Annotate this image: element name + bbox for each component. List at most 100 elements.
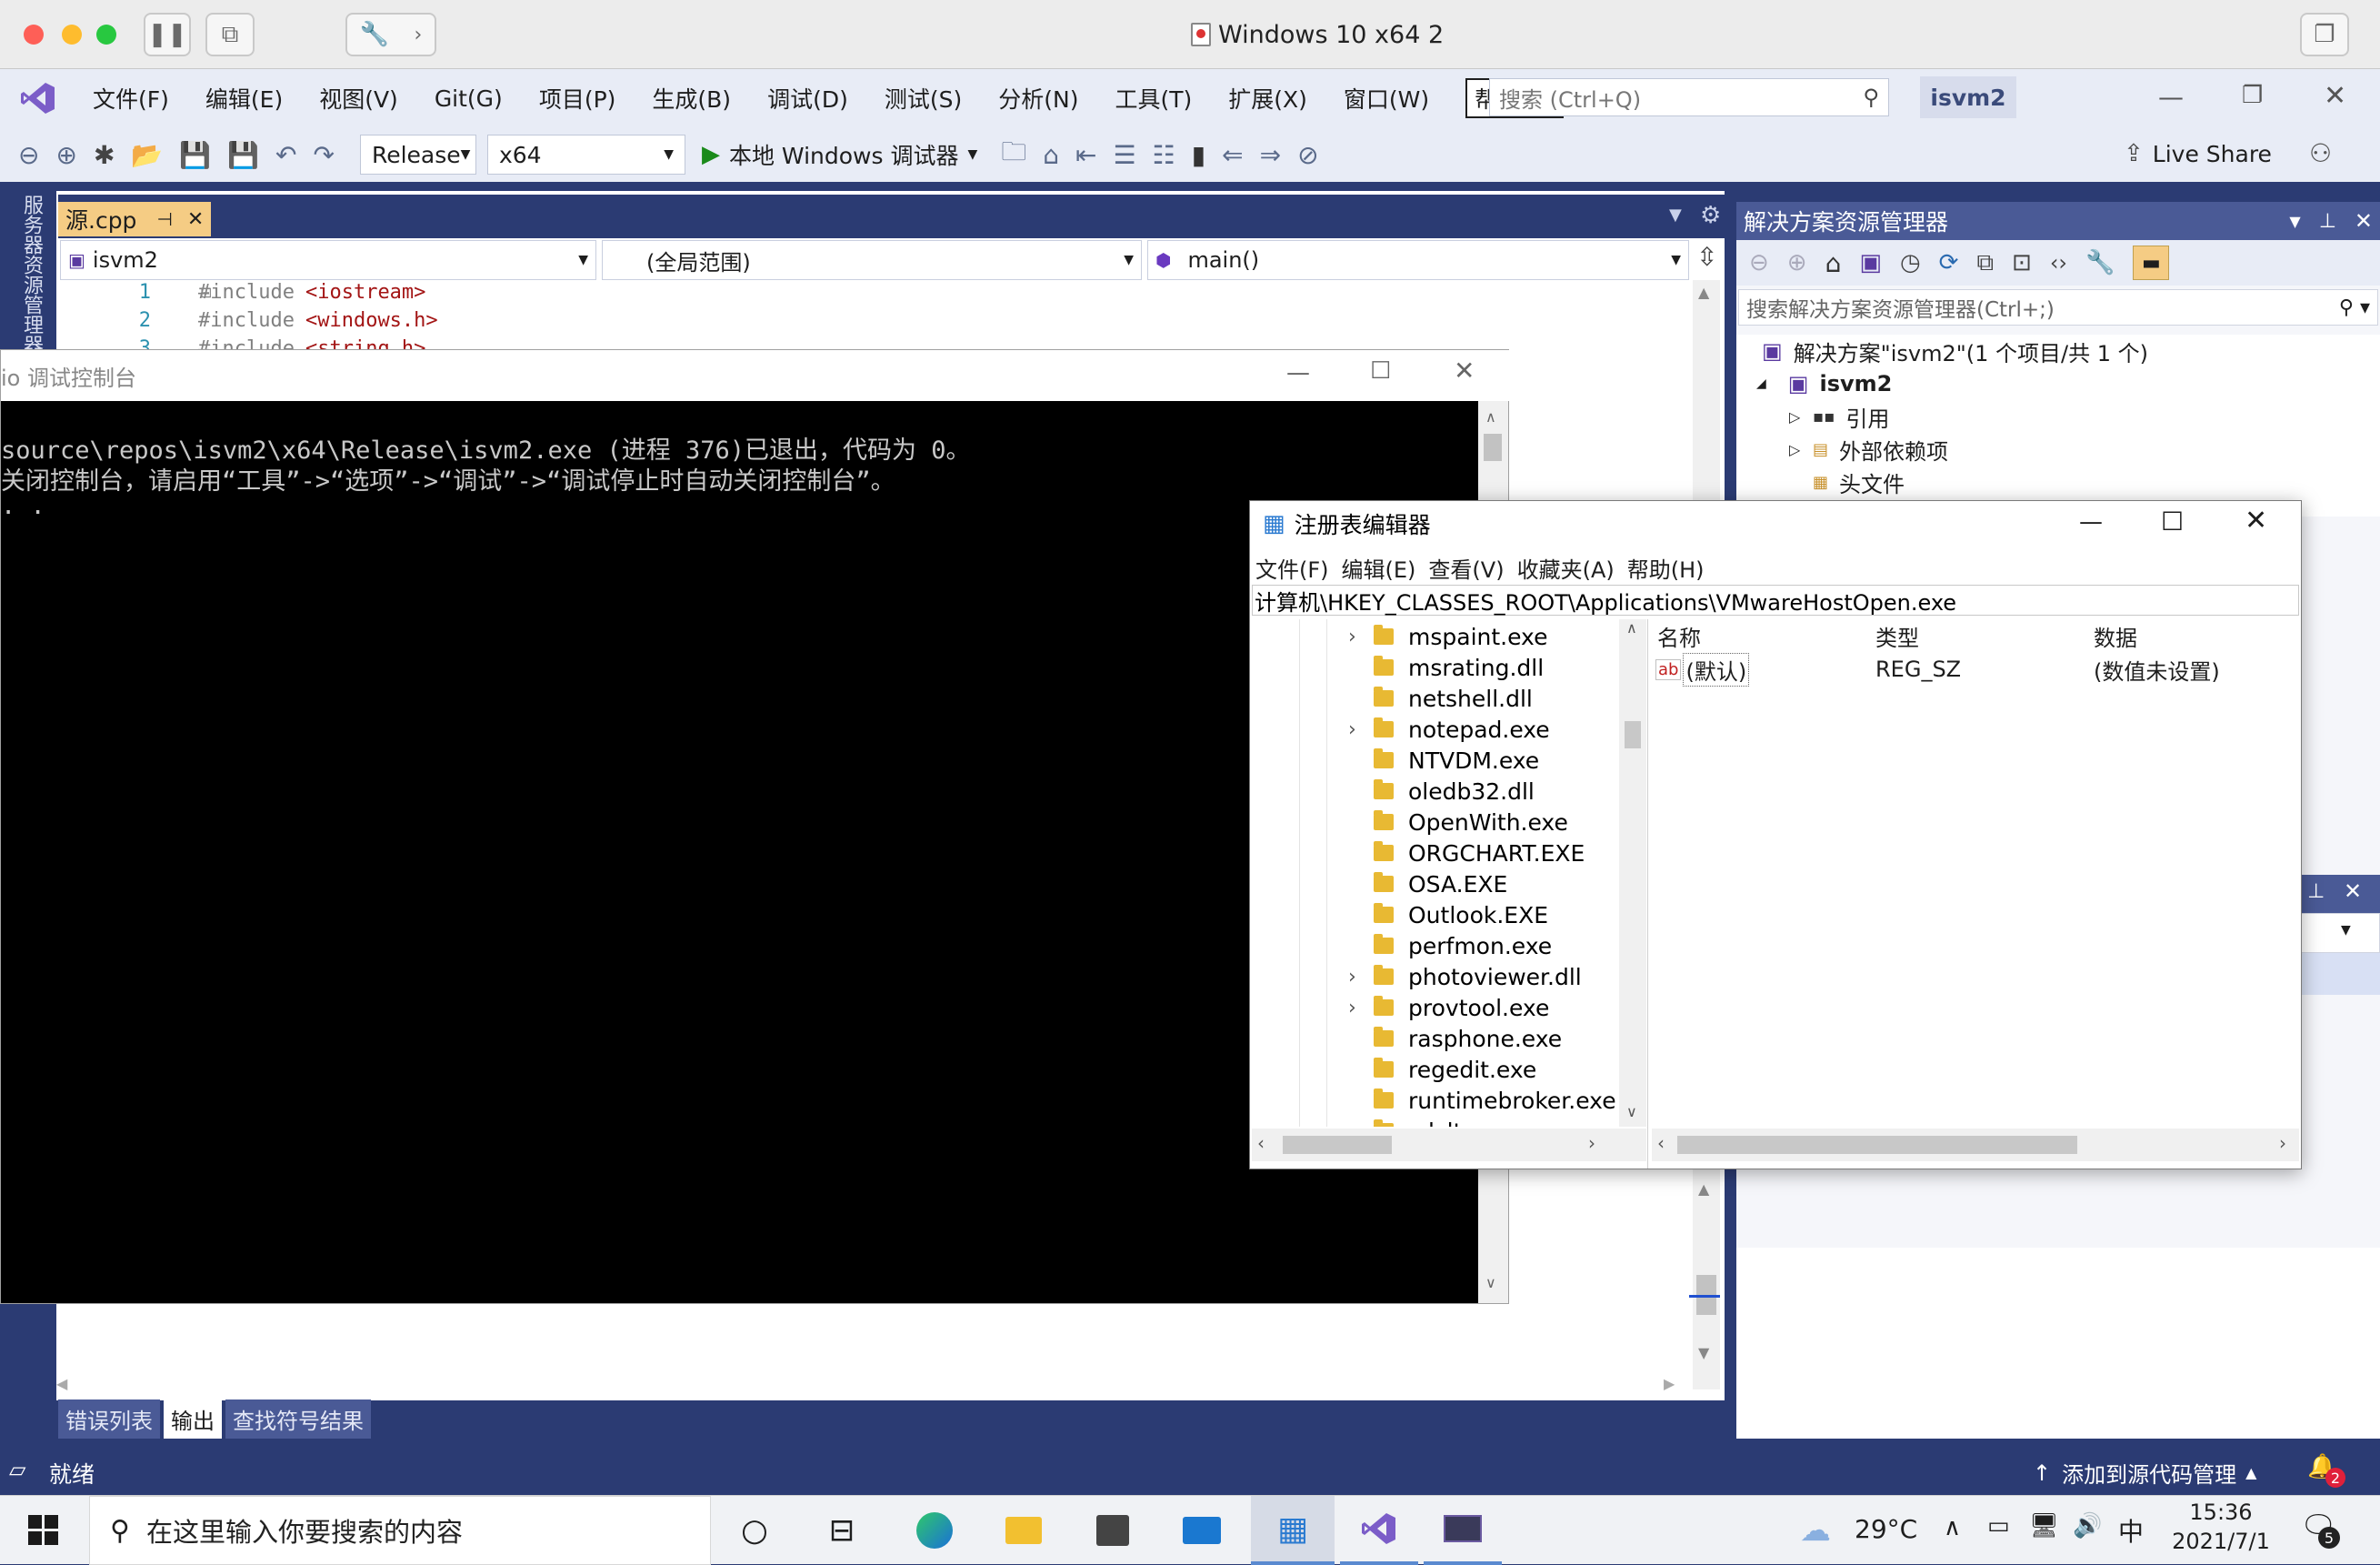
chevron-right-icon[interactable]: › bbox=[1348, 997, 1374, 1019]
menu-item[interactable]: 窗口(W) bbox=[1344, 82, 1429, 115]
scroll-up-icon[interactable]: ▲ bbox=[1698, 284, 1709, 301]
vs-search-box[interactable]: 搜索 (Ctrl+Q) ⚲ bbox=[1489, 78, 1889, 116]
bookmark-icon[interactable]: ▮ bbox=[1192, 140, 1205, 170]
registry-key[interactable]: OpenWith.exe bbox=[1348, 807, 1621, 838]
registry-key[interactable]: Outlook.EXE bbox=[1348, 899, 1621, 930]
weather-temp[interactable]: 29°C bbox=[1855, 1514, 1917, 1544]
tree-vscrollbar[interactable]: ∧ ∨ bbox=[1619, 619, 1646, 1127]
regedit-menu-item[interactable]: 收藏夹(A) bbox=[1517, 552, 1615, 584]
maximize-icon[interactable]: ☐ bbox=[1370, 357, 1391, 385]
scroll-left-icon[interactable]: ‹ bbox=[1257, 1132, 1265, 1154]
redo-icon[interactable]: ↷ bbox=[314, 140, 335, 170]
action-center-button[interactable]: 🗨 5 bbox=[2300, 1509, 2340, 1549]
save-all-icon[interactable]: 💾 bbox=[227, 140, 259, 170]
preview-icon[interactable]: ▬ bbox=[2133, 246, 2170, 280]
scroll-thumb[interactable] bbox=[1283, 1136, 1392, 1154]
regedit-menu-item[interactable]: 文件(F) bbox=[1255, 552, 1329, 584]
registry-key[interactable]: › mspaint.exe bbox=[1348, 621, 1621, 652]
gear-icon[interactable]: ⚙ bbox=[1700, 202, 1721, 229]
close-icon[interactable]: ✕ bbox=[2355, 208, 2373, 234]
menu-item[interactable]: 调试(D) bbox=[767, 82, 848, 115]
project-nav-combo[interactable]: ▣ isvm2 ▼ bbox=[60, 240, 596, 280]
close-icon[interactable]: ✕ bbox=[2324, 80, 2346, 112]
solution-node[interactable]: ▣ 解决方案"isvm2"(1 个项目/共 1 个) bbox=[1736, 335, 2380, 367]
close-icon[interactable]: ✕ bbox=[2344, 878, 2362, 904]
code-area[interactable]: 1 #include <iostream> 2 #include <windows.h> 3… bbox=[87, 278, 1687, 351]
close-icon[interactable]: ✕ bbox=[2245, 505, 2267, 537]
regedit-menu-item[interactable]: 查看(V) bbox=[1428, 552, 1504, 584]
menu-item[interactable]: 测试(S) bbox=[885, 82, 962, 115]
values-column-header[interactable]: 类型 bbox=[1870, 620, 2088, 652]
menu-item[interactable]: Git(G) bbox=[435, 85, 503, 112]
solution-search-box[interactable]: 搜索解决方案资源管理器(Ctrl+;) ⚲ ▾ bbox=[1738, 289, 2378, 326]
history-icon[interactable]: ◷ bbox=[1900, 249, 1921, 276]
scroll-left-icon[interactable]: ◀ bbox=[56, 1375, 67, 1392]
close-tab-icon[interactable]: ✕ bbox=[187, 208, 204, 231]
start-button[interactable] bbox=[16, 1505, 71, 1556]
regedit-menu-item[interactable]: 编辑(E) bbox=[1342, 552, 1416, 584]
registry-key[interactable]: NTVDM.exe bbox=[1348, 745, 1621, 776]
close-traffic-light[interactable] bbox=[24, 25, 44, 45]
registry-key[interactable]: runtimebroker.exe bbox=[1348, 1085, 1621, 1116]
clear-bookmarks-icon[interactable]: ⊘ bbox=[1297, 140, 1318, 170]
comment-icon[interactable]: ☰ bbox=[1114, 140, 1136, 170]
registry-key[interactable]: OSA.EXE bbox=[1348, 868, 1621, 899]
task-view-icon[interactable]: ⊟ bbox=[815, 1505, 869, 1556]
solution-tree-item[interactable]: ▷ ▤ 外部依赖项 bbox=[1736, 433, 2380, 466]
scroll-right-icon[interactable]: ▶ bbox=[1664, 1375, 1675, 1392]
platform-combo[interactable]: x64 ▼ bbox=[486, 135, 685, 175]
menu-item[interactable]: 分析(N) bbox=[998, 82, 1078, 115]
console-taskbar-icon[interactable] bbox=[1424, 1496, 1502, 1565]
pause-vm-button[interactable]: ❚❚ bbox=[144, 13, 191, 56]
back-icon[interactable]: ⊖ bbox=[1749, 249, 1769, 276]
scroll-right-icon[interactable]: › bbox=[1588, 1132, 1595, 1154]
values-hscrollbar[interactable]: ‹ › bbox=[1652, 1129, 2299, 1161]
restore-icon[interactable]: ❐ bbox=[2242, 82, 2263, 109]
menu-item[interactable]: 扩展(X) bbox=[1228, 82, 1307, 115]
uncomment-icon[interactable]: ☷ bbox=[1153, 140, 1175, 170]
chevron-up-icon[interactable]: ∧ bbox=[1944, 1514, 1961, 1541]
registry-key[interactable]: › photoviewer.dll bbox=[1348, 961, 1621, 992]
collapse-icon[interactable]: ⊟ bbox=[200, 284, 212, 301]
registry-key[interactable]: perfmon.exe bbox=[1348, 930, 1621, 961]
values-column-header[interactable]: 数据 bbox=[2088, 620, 2306, 652]
clock[interactable]: 15:36 2021/7/1 bbox=[2171, 1500, 2271, 1554]
registry-key[interactable]: ORGCHART.EXE bbox=[1348, 838, 1621, 868]
regedit-menu-item[interactable]: 帮助(H) bbox=[1627, 552, 1705, 584]
registry-key[interactable]: › notepad.exe bbox=[1348, 714, 1621, 745]
new-project-icon[interactable]: ✱ bbox=[94, 140, 115, 170]
fullscreen-button[interactable]: ❐ bbox=[2300, 13, 2349, 56]
notifications-button[interactable]: 🔔 2 bbox=[2307, 1453, 2345, 1488]
close-icon[interactable]: ✕ bbox=[1454, 356, 1475, 386]
home-icon[interactable]: ⌂ bbox=[1825, 248, 1842, 278]
solution-tree-item[interactable]: ▷ ▪▪ 引用 bbox=[1736, 400, 2380, 433]
ime-indicator[interactable]: 中 bbox=[2118, 1512, 2144, 1549]
taskbar-search[interactable]: ⚲ 在这里输入你要搜索的内容 bbox=[89, 1496, 711, 1565]
bottom-tab[interactable]: 错误列表 bbox=[58, 1399, 160, 1439]
start-debug-button[interactable]: ▶ 本地 Windows 调试器 ▼ bbox=[702, 138, 977, 171]
store-icon[interactable] bbox=[1085, 1505, 1140, 1556]
scroll-right-icon[interactable]: › bbox=[2279, 1132, 2286, 1154]
forward-icon[interactable]: ⊕ bbox=[1787, 249, 1807, 276]
pin-icon[interactable]: ⊣ bbox=[156, 208, 172, 230]
registry-key[interactable]: regedit.exe bbox=[1348, 1054, 1621, 1085]
scroll-up-icon[interactable]: ∧ bbox=[1626, 619, 1637, 637]
menu-item[interactable]: 工具(T) bbox=[1115, 82, 1192, 115]
step-icon[interactable]: ⇤ bbox=[1075, 140, 1096, 170]
registry-key[interactable]: netshell.dll bbox=[1348, 683, 1621, 714]
bottom-tab[interactable]: 输出 bbox=[164, 1399, 222, 1439]
save-icon[interactable]: 💾 bbox=[179, 140, 211, 170]
minimize-traffic-light[interactable] bbox=[62, 25, 82, 45]
solution-tree-item[interactable]: ▦ 头文件 bbox=[1736, 466, 2380, 498]
project-node[interactable]: ◢ ▣ isvm2 bbox=[1736, 367, 2380, 400]
scroll-thumb[interactable] bbox=[1625, 721, 1641, 748]
registry-key[interactable]: sdclt.exe bbox=[1348, 1116, 1621, 1127]
code-icon[interactable]: ‹› bbox=[2050, 250, 2067, 276]
account-icon[interactable]: ⚇ bbox=[2309, 138, 2332, 168]
scroll-down-icon[interactable]: ▼ bbox=[1698, 1344, 1709, 1361]
maximize-icon[interactable]: ☐ bbox=[2161, 507, 2184, 537]
tree-hscrollbar[interactable]: ‹ › bbox=[1252, 1129, 1646, 1161]
member-nav-combo[interactable]: ⬢ main() ▼ bbox=[1147, 240, 1689, 280]
file-explorer-icon[interactable] bbox=[996, 1505, 1051, 1556]
next-bookmark-icon[interactable]: ⇒ bbox=[1260, 140, 1281, 170]
